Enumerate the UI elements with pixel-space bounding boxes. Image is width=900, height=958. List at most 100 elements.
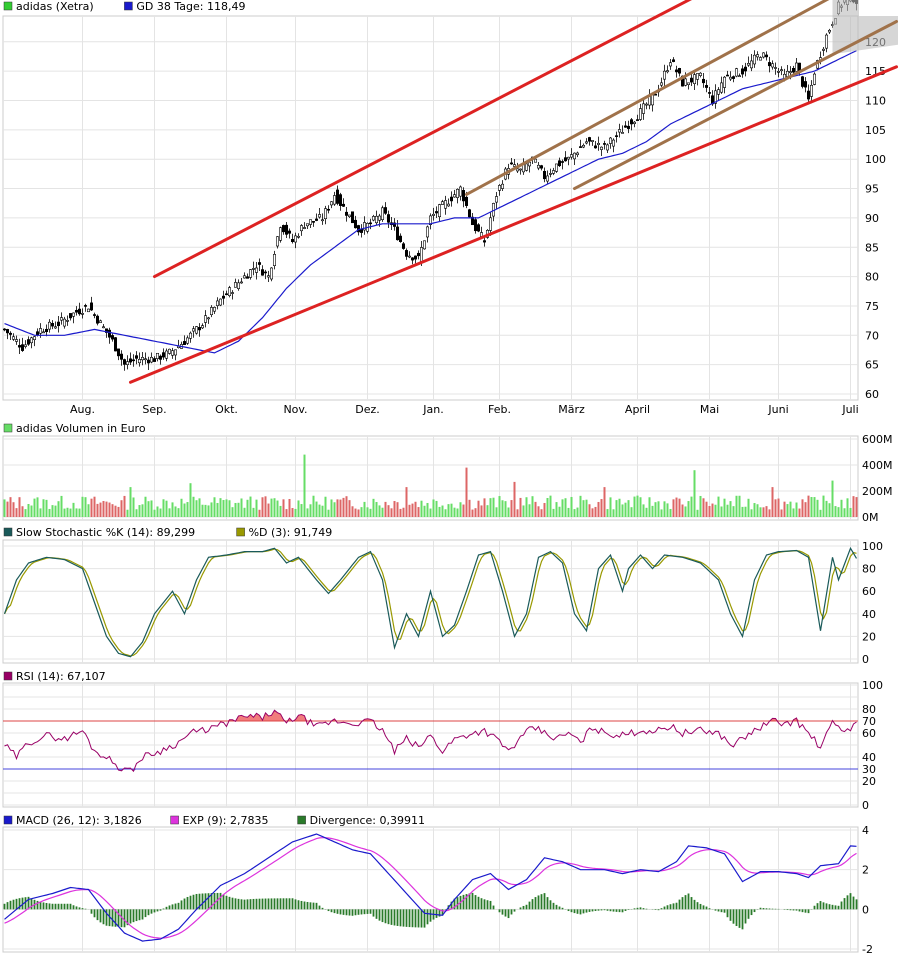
candle-body xyxy=(590,140,594,142)
candle-body xyxy=(398,235,402,242)
volume-bar xyxy=(477,500,480,517)
volume-bar xyxy=(417,507,420,517)
candle-body xyxy=(488,217,492,231)
volume-bar xyxy=(147,501,150,517)
candle-body xyxy=(9,332,13,335)
macd-divergence-bar xyxy=(636,907,639,910)
macd-divergence-bar xyxy=(435,909,438,918)
volume-bar xyxy=(606,509,609,517)
volume-bar xyxy=(354,508,357,517)
macd-divergence-bar xyxy=(735,909,738,927)
volume-bar xyxy=(195,500,198,517)
macd-divergence-bar xyxy=(276,898,279,910)
volume-bar xyxy=(111,504,114,517)
candle-body xyxy=(791,68,795,73)
macd-divergence-bar xyxy=(273,898,276,910)
macd-divergence-bar xyxy=(180,900,183,910)
month-tick-label: Jan. xyxy=(422,403,443,416)
volume-bar xyxy=(801,499,804,517)
candle-body xyxy=(87,308,91,313)
volume-bar xyxy=(480,505,483,517)
macd-divergence-bar xyxy=(678,899,681,910)
macd-divergence-bar xyxy=(219,892,222,910)
candle-body xyxy=(683,78,687,86)
candle-body xyxy=(26,339,30,345)
macd-divergence-bar xyxy=(795,909,798,911)
volume-bar xyxy=(66,507,69,517)
volume-bar xyxy=(255,499,258,517)
candle-body xyxy=(635,119,639,121)
volume-bar xyxy=(837,507,840,517)
month-tick-label: März xyxy=(558,403,585,416)
macd-divergence-bar xyxy=(381,909,384,923)
candle-body xyxy=(174,349,178,356)
volume-bar xyxy=(288,498,291,517)
candle-body xyxy=(183,341,187,345)
volume-bar xyxy=(666,503,669,517)
macd-divergence-bar xyxy=(573,909,576,914)
rsi-y-tick: 0 xyxy=(862,799,869,812)
volume-bar xyxy=(831,480,834,517)
candle-body xyxy=(524,163,528,171)
volume-bar xyxy=(819,509,822,517)
volume-bar xyxy=(93,496,96,517)
volume-bar xyxy=(414,501,417,517)
volume-bar xyxy=(219,498,222,517)
candle-body xyxy=(78,308,82,315)
candle-body xyxy=(243,275,247,279)
month-tick-label: Juni xyxy=(767,403,788,416)
volume-bar xyxy=(309,504,312,517)
volume-bar xyxy=(369,508,372,517)
candle-body xyxy=(171,350,175,356)
macd-divergence-bar xyxy=(543,893,546,910)
macd-divergence-bar xyxy=(84,908,87,910)
candle-body xyxy=(803,81,807,88)
macd-divergence-bar xyxy=(348,909,351,916)
candle-body xyxy=(434,211,438,214)
candle-body xyxy=(674,69,678,73)
candle-body xyxy=(102,326,106,329)
volume-bar xyxy=(471,509,474,517)
macd-divergence-bar xyxy=(159,909,162,911)
volume-bar xyxy=(681,504,684,517)
candle-body xyxy=(776,70,780,73)
candle-body xyxy=(237,282,241,289)
candle-body xyxy=(638,108,642,120)
macd-divergence-bar xyxy=(93,909,96,918)
volume-bar xyxy=(723,498,726,517)
candle-body xyxy=(135,355,139,359)
candle-body xyxy=(50,323,54,327)
candle-body xyxy=(383,207,387,214)
volume-bar xyxy=(387,505,390,517)
macd-divergence-bar xyxy=(837,905,840,910)
volume-bar xyxy=(351,506,354,517)
macd-divergence-bar xyxy=(213,893,216,910)
volume-bar xyxy=(780,509,783,517)
macd-divergence-bar xyxy=(282,898,285,910)
volume-y-tick: 200M xyxy=(862,485,893,498)
volume-bar xyxy=(207,505,210,517)
volume-bar xyxy=(744,506,747,517)
macd-divergence-bar xyxy=(528,901,531,910)
macd-divergence-bar xyxy=(720,909,723,913)
macd-divergence-bar xyxy=(183,898,186,910)
volume-bar xyxy=(702,498,705,517)
macd-divergence-bar xyxy=(117,909,120,927)
volume-bar xyxy=(204,504,207,517)
candle-body xyxy=(629,119,633,125)
macd-divergence-bar xyxy=(675,902,678,910)
volume-bar xyxy=(48,508,51,517)
volume-bar xyxy=(300,504,303,517)
candle-body xyxy=(255,267,259,273)
macd-divergence-bar xyxy=(819,901,822,910)
volume-bar xyxy=(252,507,255,517)
volume-bar xyxy=(438,506,441,517)
macd-divergence-bar xyxy=(624,909,627,911)
macd-divergence-bar xyxy=(489,900,492,910)
volume-bar xyxy=(705,501,708,517)
candle-body xyxy=(252,268,256,270)
macd-divergence-bar xyxy=(57,903,60,910)
candle-body xyxy=(323,208,327,220)
volume-bar xyxy=(153,509,156,517)
price-y-tick: 75 xyxy=(865,300,879,313)
